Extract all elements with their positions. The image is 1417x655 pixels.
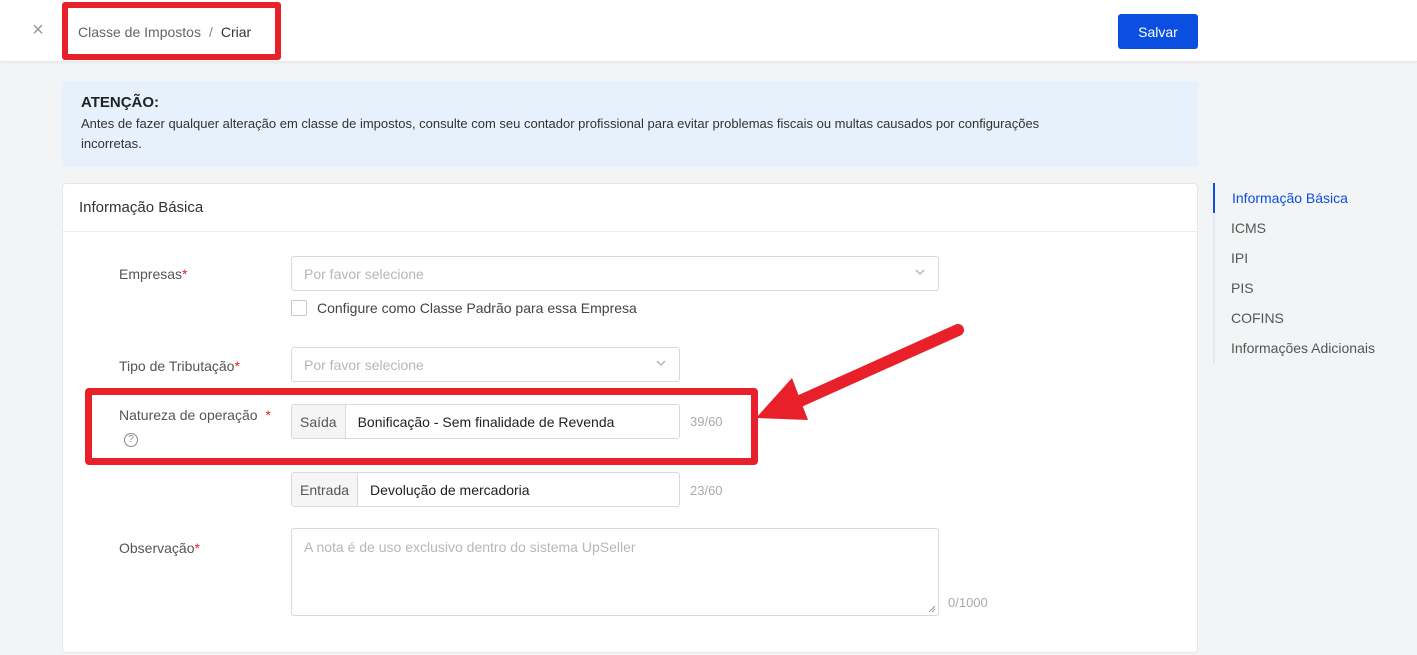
- default-class-option[interactable]: Configure como Classe Padrão para essa E…: [291, 300, 637, 316]
- breadcrumb-highlight-box: [62, 2, 281, 60]
- alert-title: ATENÇÃO:: [81, 94, 160, 111]
- natureza-highlight-box: [85, 388, 758, 465]
- empresas-label: Empresas*: [119, 266, 188, 282]
- entrada-addon: Entrada: [292, 473, 359, 506]
- resize-grip-icon[interactable]: [928, 605, 936, 613]
- observacao-counter: 0/1000: [948, 595, 988, 610]
- chevron-down-icon: [656, 360, 666, 366]
- alert-line-2: incorretas.: [81, 136, 142, 151]
- tipo-tributacao-label: Tipo de Tributação*: [119, 358, 240, 374]
- required-mark: *: [194, 540, 200, 556]
- entrada-input-group[interactable]: Entrada Devolução de mercadoria: [291, 472, 680, 507]
- section-title: Informação Básica: [63, 184, 1197, 232]
- required-mark: *: [182, 266, 188, 282]
- empresas-select[interactable]: Por favor selecione: [291, 256, 939, 291]
- anchor-item-informacao-basica[interactable]: Informação Básica: [1213, 183, 1403, 213]
- observacao-placeholder: A nota é de uso exclusivo dentro do sist…: [304, 539, 636, 555]
- tipo-tributacao-placeholder: Por favor selecione: [304, 357, 424, 373]
- anchor-item-informacoes-adicionais[interactable]: Informações Adicionais: [1215, 333, 1403, 363]
- anchor-item-cofins[interactable]: COFINS: [1215, 303, 1403, 333]
- anchor-item-ipi[interactable]: IPI: [1215, 243, 1403, 273]
- save-button[interactable]: Salvar: [1118, 14, 1198, 49]
- default-class-checkbox[interactable]: [291, 300, 307, 316]
- anchor-item-icms[interactable]: ICMS: [1215, 213, 1403, 243]
- observacao-textarea[interactable]: A nota é de uso exclusivo dentro do sist…: [291, 528, 939, 616]
- empresas-placeholder: Por favor selecione: [304, 266, 424, 282]
- entrada-counter: 23/60: [690, 483, 723, 498]
- entrada-input[interactable]: Devolução de mercadoria: [358, 473, 542, 506]
- alert-line-1: Antes de fazer qualquer alteração em cla…: [81, 116, 1040, 131]
- default-class-label: Configure como Classe Padrão para essa E…: [317, 300, 637, 316]
- attention-alert: ATENÇÃO: Antes de fazer qualquer alteraç…: [62, 81, 1198, 167]
- observacao-label: Observação*: [119, 540, 200, 556]
- tipo-tributacao-select[interactable]: Por favor selecione: [291, 347, 680, 382]
- close-icon[interactable]: ×: [28, 20, 48, 40]
- chevron-down-icon: [915, 269, 925, 275]
- required-mark: *: [234, 358, 240, 374]
- anchor-item-pis[interactable]: PIS: [1215, 273, 1403, 303]
- anchor-nav: Informação Básica ICMS IPI PIS COFINS In…: [1213, 183, 1403, 363]
